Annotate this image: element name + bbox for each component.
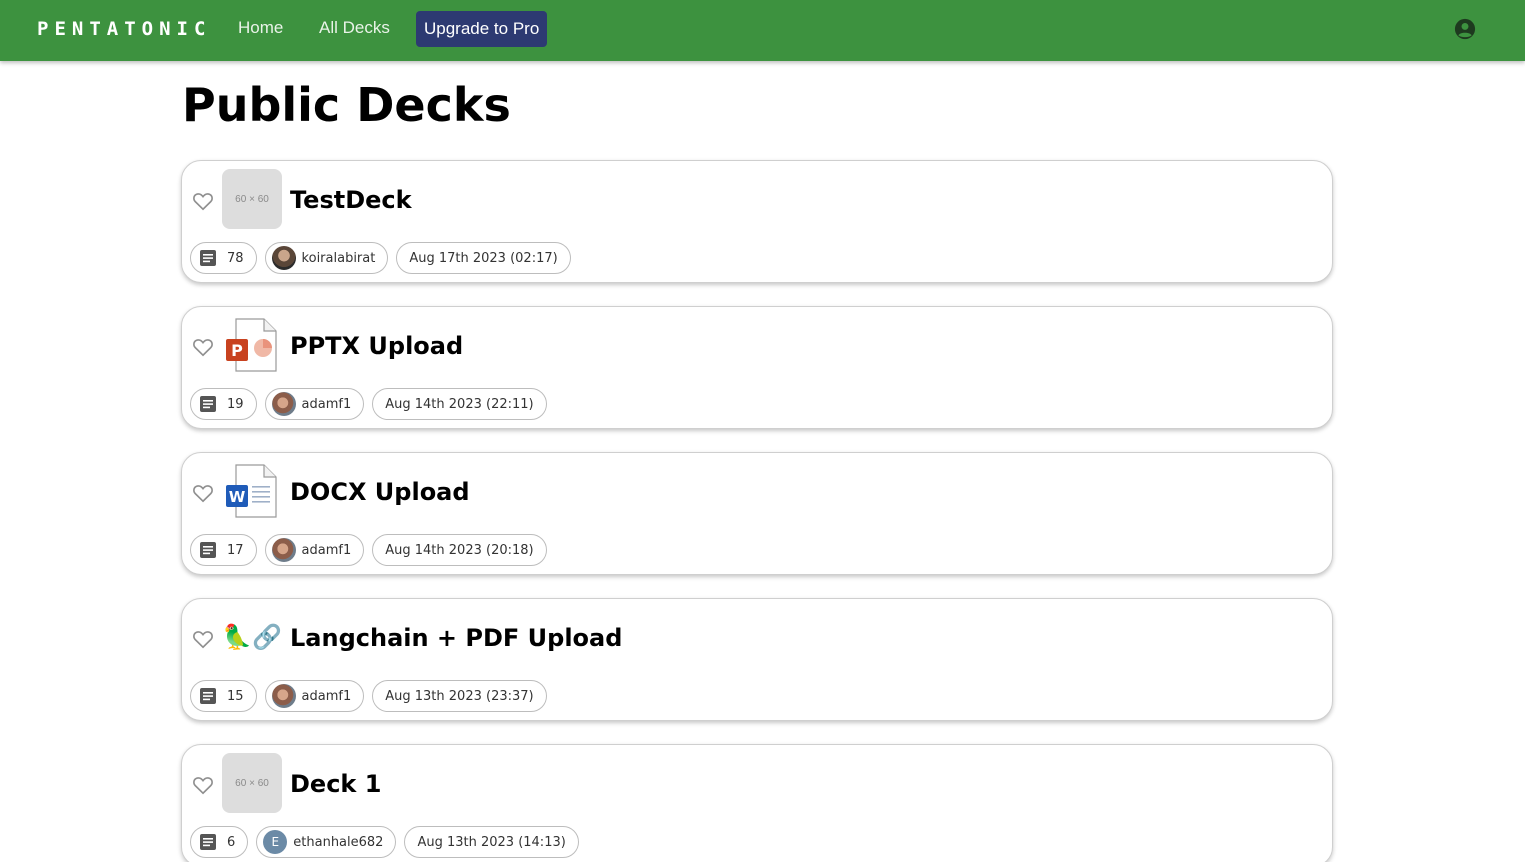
deck-meta: 6 E ethanhale682 Aug 13th 2023 (14:13) bbox=[190, 826, 579, 858]
date-badge: Aug 14th 2023 (22:11) bbox=[372, 388, 547, 420]
created-date: Aug 14th 2023 (20:18) bbox=[385, 542, 534, 558]
upgrade-to-pro-button[interactable]: Upgrade to Pro bbox=[416, 11, 548, 47]
deck-thumbnail-placeholder: 60 × 60 bbox=[222, 753, 282, 813]
document-icon bbox=[200, 250, 216, 266]
created-date: Aug 13th 2023 (14:13) bbox=[417, 834, 566, 850]
deck-card[interactable]: P PPTX Upload 19 adamf1 Aug 14th 2023 (2… bbox=[181, 306, 1333, 429]
deck-title[interactable]: TestDeck bbox=[290, 186, 412, 214]
card-count: 6 bbox=[227, 834, 236, 850]
nav-home-link[interactable]: Home bbox=[238, 18, 283, 38]
deck-meta: 19 adamf1 Aug 14th 2023 (22:11) bbox=[190, 388, 547, 420]
author-name: adamf1 bbox=[301, 542, 352, 558]
heart-icon[interactable] bbox=[192, 775, 214, 795]
card-count: 19 bbox=[227, 396, 244, 412]
created-date: Aug 17th 2023 (02:17) bbox=[409, 250, 558, 266]
author-badge[interactable]: adamf1 bbox=[264, 534, 365, 566]
deck-meta: 17 adamf1 Aug 14th 2023 (20:18) bbox=[190, 534, 547, 566]
card-count-badge: 17 bbox=[190, 534, 257, 566]
deck-card[interactable]: 🦜🔗 Langchain + PDF Upload 15 adamf1 Aug … bbox=[181, 598, 1333, 721]
heart-icon[interactable] bbox=[192, 337, 214, 357]
account-circle-icon[interactable] bbox=[1454, 18, 1476, 40]
author-name: koiralabirat bbox=[301, 250, 376, 266]
avatar bbox=[271, 392, 296, 416]
svg-text:W: W bbox=[229, 488, 246, 506]
created-date: Aug 13th 2023 (23:37) bbox=[385, 688, 534, 704]
deck-title[interactable]: PPTX Upload bbox=[290, 332, 463, 360]
date-badge: Aug 13th 2023 (23:37) bbox=[372, 680, 547, 712]
deck-meta: 15 adamf1 Aug 13th 2023 (23:37) bbox=[190, 680, 547, 712]
deck-card[interactable]: 60 × 60 TestDeck 78 koiralabirat Aug 17t… bbox=[181, 160, 1333, 283]
deck-thumbnail-placeholder: 60 × 60 bbox=[222, 169, 282, 229]
word-file-icon: W bbox=[226, 464, 277, 518]
deck-title[interactable]: DOCX Upload bbox=[290, 478, 470, 506]
card-count-badge: 6 bbox=[190, 826, 249, 858]
author-name: adamf1 bbox=[301, 688, 352, 704]
powerpoint-file-icon: P bbox=[226, 318, 277, 372]
document-icon bbox=[200, 542, 216, 558]
top-navbar: PENTATONIC Home All Decks Upgrade to Pro bbox=[0, 0, 1525, 61]
nav-all-decks-link[interactable]: All Decks bbox=[319, 18, 390, 38]
avatar: E bbox=[263, 830, 288, 854]
document-icon bbox=[200, 688, 216, 704]
deck-card[interactable]: W DOCX Upload 17 adamf1 Aug 14th 2023 (2… bbox=[181, 452, 1333, 575]
date-badge: Aug 14th 2023 (20:18) bbox=[372, 534, 547, 566]
heart-icon[interactable] bbox=[192, 191, 214, 211]
deck-card[interactable]: 60 × 60 Deck 1 6 E ethanhale682 Aug 13th… bbox=[181, 744, 1333, 862]
avatar bbox=[271, 246, 296, 270]
author-name: adamf1 bbox=[301, 396, 352, 412]
card-count: 15 bbox=[227, 688, 244, 704]
document-icon bbox=[200, 834, 216, 850]
parrot-link-icon: 🦜🔗 bbox=[222, 623, 282, 651]
author-badge[interactable]: E ethanhale682 bbox=[256, 826, 397, 858]
card-count-badge: 19 bbox=[190, 388, 257, 420]
author-badge[interactable]: adamf1 bbox=[264, 388, 365, 420]
card-count: 78 bbox=[227, 250, 244, 266]
author-badge[interactable]: adamf1 bbox=[264, 680, 365, 712]
brand-logo[interactable]: PENTATONIC bbox=[37, 18, 211, 40]
deck-list: 60 × 60 TestDeck 78 koiralabirat Aug 17t… bbox=[181, 160, 1333, 862]
card-count: 17 bbox=[227, 542, 244, 558]
card-count-badge: 78 bbox=[190, 242, 257, 274]
svg-text:P: P bbox=[231, 341, 243, 360]
deck-title[interactable]: Deck 1 bbox=[290, 770, 381, 798]
created-date: Aug 14th 2023 (22:11) bbox=[385, 396, 534, 412]
heart-icon[interactable] bbox=[192, 629, 214, 649]
avatar bbox=[271, 684, 296, 708]
date-badge: Aug 17th 2023 (02:17) bbox=[396, 242, 571, 274]
date-badge: Aug 13th 2023 (14:13) bbox=[404, 826, 579, 858]
author-badge[interactable]: koiralabirat bbox=[264, 242, 389, 274]
heart-icon[interactable] bbox=[192, 483, 214, 503]
page-title: Public Decks bbox=[182, 78, 511, 132]
document-icon bbox=[200, 396, 216, 412]
author-name: ethanhale682 bbox=[293, 834, 384, 850]
avatar bbox=[271, 538, 296, 562]
card-count-badge: 15 bbox=[190, 680, 257, 712]
deck-meta: 78 koiralabirat Aug 17th 2023 (02:17) bbox=[190, 242, 571, 274]
deck-title[interactable]: Langchain + PDF Upload bbox=[290, 624, 622, 652]
